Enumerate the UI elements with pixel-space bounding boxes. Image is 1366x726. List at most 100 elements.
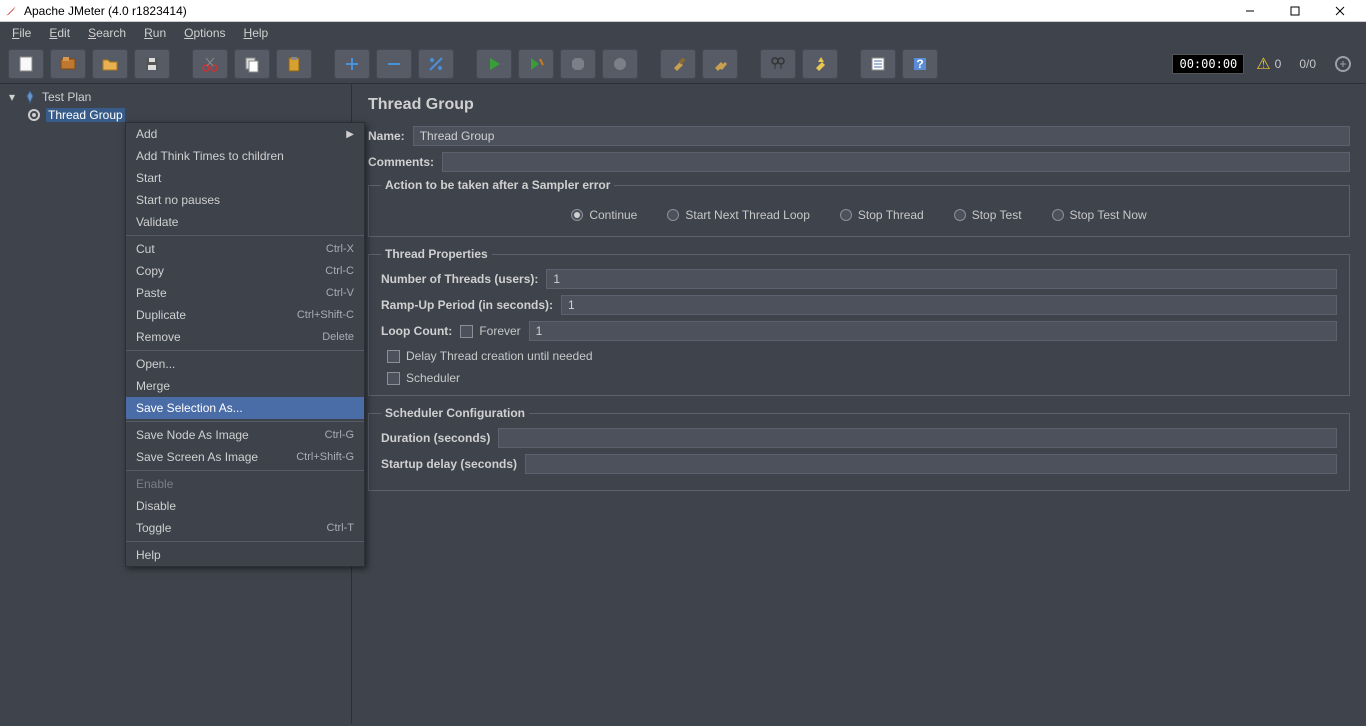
warn-count: 0 xyxy=(1275,57,1282,71)
radio-dot-icon xyxy=(667,209,679,221)
context-menu-item[interactable]: Add Think Times to children xyxy=(126,145,364,167)
app-feather-icon xyxy=(4,4,18,18)
context-menu-item[interactable]: Open... xyxy=(126,353,364,375)
context-menu-shortcut: Ctrl-G xyxy=(325,429,354,441)
scheduler-config-fieldset: Scheduler Configuration Duration (second… xyxy=(368,406,1350,491)
context-menu-item[interactable]: Save Selection As... xyxy=(126,397,364,419)
toolbar: ? 00:00:00 ⚠ 0 0/0 xyxy=(0,44,1366,84)
open-button[interactable] xyxy=(92,49,128,79)
context-menu-label: Save Selection As... xyxy=(136,401,243,415)
paste-button[interactable] xyxy=(276,49,312,79)
context-menu-label: Help xyxy=(136,548,161,562)
start-button[interactable] xyxy=(476,49,512,79)
context-menu-item[interactable]: Save Screen As ImageCtrl+Shift-G xyxy=(126,446,364,468)
tree-root-label: Test Plan xyxy=(42,90,91,104)
context-menu-label: Open... xyxy=(136,357,175,371)
duration-input[interactable] xyxy=(498,428,1337,448)
context-menu-shortcut: Ctrl-C xyxy=(325,265,354,277)
menu-edit[interactable]: Edit xyxy=(41,24,78,42)
context-menu-label: Validate xyxy=(136,215,178,229)
stop-button[interactable] xyxy=(560,49,596,79)
radio-option[interactable]: Stop Thread xyxy=(840,208,924,222)
minimize-button[interactable] xyxy=(1227,0,1272,22)
num-threads-input[interactable] xyxy=(546,269,1337,289)
context-menu-label: Toggle xyxy=(136,521,171,535)
context-menu-label: Duplicate xyxy=(136,308,186,322)
clear-button[interactable] xyxy=(660,49,696,79)
menu-options[interactable]: Options xyxy=(176,24,233,42)
name-input[interactable] xyxy=(413,126,1350,146)
panel-heading: Thread Group xyxy=(368,96,1350,114)
search-button[interactable] xyxy=(760,49,796,79)
tree-root-testplan[interactable]: ▾ Test Plan xyxy=(0,88,351,106)
context-menu-separator xyxy=(126,541,364,542)
comments-input[interactable] xyxy=(442,152,1350,172)
forever-checkbox[interactable] xyxy=(460,325,473,338)
warn-indicator[interactable]: ⚠ 0 xyxy=(1250,54,1287,74)
radio-label: Stop Thread xyxy=(858,208,924,222)
chevron-down-icon[interactable]: ▾ xyxy=(6,90,18,104)
reset-search-button[interactable] xyxy=(802,49,838,79)
new-button[interactable] xyxy=(8,49,44,79)
radio-option[interactable]: Continue xyxy=(571,208,637,222)
context-menu-separator xyxy=(126,470,364,471)
loop-count-input[interactable] xyxy=(529,321,1337,341)
radio-label: Stop Test xyxy=(972,208,1022,222)
toggle-button[interactable] xyxy=(418,49,454,79)
clear-all-button[interactable] xyxy=(702,49,738,79)
context-menu-item[interactable]: Disable xyxy=(126,495,364,517)
copy-button[interactable] xyxy=(234,49,270,79)
context-menu-label: Save Screen As Image xyxy=(136,450,258,464)
context-menu-item[interactable]: RemoveDelete xyxy=(126,326,364,348)
context-menu-item[interactable]: Merge xyxy=(126,375,364,397)
context-menu-item: Enable xyxy=(126,473,364,495)
tree-panel[interactable]: ▾ Test Plan Thread Group Add▶Add Think T… xyxy=(0,84,352,724)
menu-search[interactable]: Search xyxy=(80,24,134,42)
menu-run[interactable]: Run xyxy=(136,24,174,42)
menu-file[interactable]: File xyxy=(4,24,39,42)
collapse-button[interactable] xyxy=(376,49,412,79)
startup-delay-input[interactable] xyxy=(525,454,1337,474)
radio-option[interactable]: Stop Test xyxy=(954,208,1022,222)
context-menu-label: Copy xyxy=(136,264,164,278)
cut-button[interactable] xyxy=(192,49,228,79)
duration-label: Duration (seconds) xyxy=(381,431,490,445)
shutdown-button[interactable] xyxy=(602,49,638,79)
context-menu-item[interactable]: Add▶ xyxy=(126,123,364,145)
thread-ratio: 0/0 xyxy=(1293,57,1322,71)
maximize-button[interactable] xyxy=(1272,0,1317,22)
radio-label: Start Next Thread Loop xyxy=(685,208,810,222)
context-menu-label: Disable xyxy=(136,499,176,513)
help-button[interactable]: ? xyxy=(902,49,938,79)
radio-label: Stop Test Now xyxy=(1070,208,1147,222)
context-menu-item[interactable]: Save Node As ImageCtrl-G xyxy=(126,424,364,446)
context-menu-item[interactable]: ToggleCtrl-T xyxy=(126,517,364,539)
loop-count-label: Loop Count: xyxy=(381,324,452,338)
sampler-error-fieldset: Action to be taken after a Sampler error… xyxy=(368,178,1350,237)
context-menu-item[interactable]: Copy Ctrl-C xyxy=(126,260,364,282)
close-button[interactable] xyxy=(1317,0,1362,22)
menu-help[interactable]: Help xyxy=(236,24,277,42)
save-button[interactable] xyxy=(134,49,170,79)
context-menu-item[interactable]: DuplicateCtrl+Shift-C xyxy=(126,304,364,326)
expand-button[interactable] xyxy=(334,49,370,79)
context-menu-shortcut: Ctrl-V xyxy=(326,287,354,299)
radio-option[interactable]: Start Next Thread Loop xyxy=(667,208,810,222)
context-menu-item[interactable]: Start no pauses xyxy=(126,189,364,211)
function-helper-button[interactable] xyxy=(860,49,896,79)
context-menu-item[interactable]: Start xyxy=(126,167,364,189)
delay-thread-checkbox[interactable] xyxy=(387,350,400,363)
comments-label: Comments: xyxy=(368,155,434,169)
context-menu-label: Remove xyxy=(136,330,181,344)
context-menu-item[interactable]: PasteCtrl-V xyxy=(126,282,364,304)
templates-button[interactable] xyxy=(50,49,86,79)
context-menu-item[interactable]: Help xyxy=(126,544,364,566)
tree-threadgroup-label: Thread Group xyxy=(46,108,125,122)
context-menu-item[interactable]: Validate xyxy=(126,211,364,233)
radio-option[interactable]: Stop Test Now xyxy=(1052,208,1147,222)
context-menu-item[interactable]: CutCtrl-X xyxy=(126,238,364,260)
ramp-up-input[interactable] xyxy=(561,295,1337,315)
start-no-pauses-button[interactable] xyxy=(518,49,554,79)
scheduler-checkbox[interactable] xyxy=(387,372,400,385)
startup-delay-label: Startup delay (seconds) xyxy=(381,457,517,471)
